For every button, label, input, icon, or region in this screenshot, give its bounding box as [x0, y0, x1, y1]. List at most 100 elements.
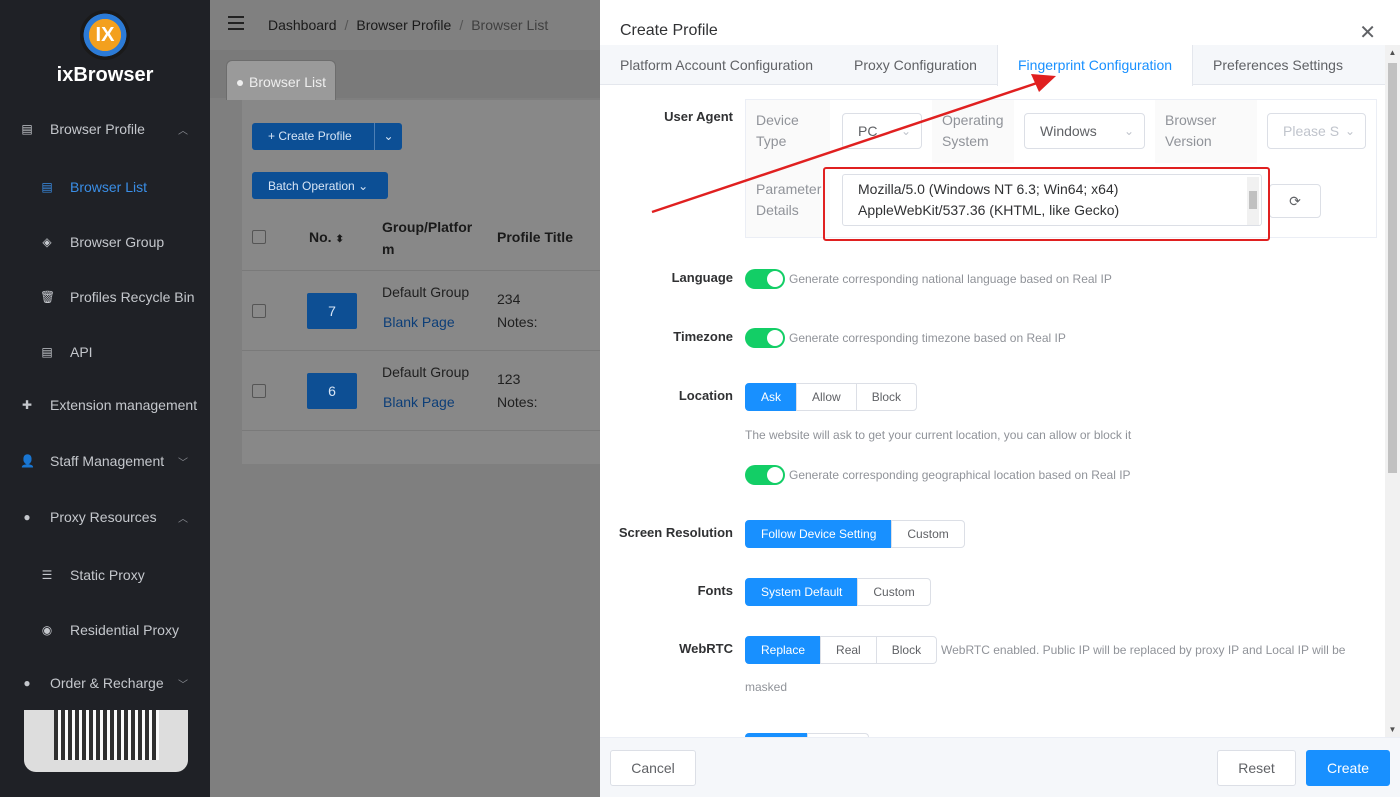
webrtc-real-option[interactable]: Real	[820, 636, 877, 664]
screen-follow-device-option[interactable]: Follow Device Setting	[745, 520, 893, 548]
coin-icon: ●	[23, 676, 31, 690]
drawer-footer: Cancel Reset Create	[600, 737, 1400, 797]
sidebar-item-order-recharge[interactable]: ● Order & Recharge ﹀	[0, 663, 210, 703]
chevron-up-icon: ︿	[178, 125, 188, 137]
language-hint: Generate corresponding national language…	[789, 272, 1112, 286]
sidebar-item-recycle-bin[interactable]: 🗑 Profiles Recycle Bin	[0, 277, 210, 317]
row-title: 123	[497, 371, 521, 387]
user-icon: 👤	[20, 454, 35, 468]
row-group: Default Group	[382, 284, 470, 300]
browser-version-label: Browser Version	[1155, 100, 1257, 163]
breadcrumb-dashboard[interactable]: Dashboard	[268, 17, 337, 33]
calendar-icon: ▤	[41, 180, 53, 194]
parameter-details-label: Parameter Details	[746, 163, 830, 237]
geolocation-hint: Generate corresponding geographical loca…	[789, 468, 1131, 482]
close-icon[interactable]: ✕	[1359, 20, 1376, 45]
reset-button[interactable]: Reset	[1217, 750, 1296, 786]
row-platform-link[interactable]: Blank Page	[383, 314, 455, 330]
profile-number-badge[interactable]: 6	[307, 373, 357, 409]
chevron-down-icon: ⌄	[1123, 124, 1134, 138]
calendar-icon: ▤	[41, 345, 53, 359]
refresh-user-agent-button[interactable]: ⟳	[1269, 184, 1321, 218]
create-profile-drawer: Create Profile ✕ Platform Account Config…	[600, 0, 1400, 797]
select-all-checkbox[interactable]	[252, 230, 266, 244]
scroll-up-icon[interactable]: ▲	[1385, 45, 1400, 60]
app-name: ixBrowser	[56, 64, 154, 86]
sidebar-item-residential-proxy[interactable]: ◉ Residential Proxy	[0, 610, 210, 650]
sidebar-item-browser-profile[interactable]: ▤ Browser Profile ︿	[0, 109, 210, 149]
column-profile-title: Profile Title	[497, 229, 573, 245]
profile-number-badge[interactable]: 7	[307, 293, 357, 329]
location-label: Location	[678, 388, 733, 403]
webrtc-replace-option[interactable]: Replace	[745, 636, 822, 664]
screen-resolution-label: Screen Resolution	[618, 525, 733, 540]
drawer-scrollbar[interactable]: ▲ ▼	[1385, 45, 1400, 737]
location-allow-option[interactable]: Allow	[796, 383, 857, 411]
list-icon: ☰	[41, 568, 53, 582]
device-type-label: Device Type	[746, 100, 830, 163]
sidebar-item-browser-group[interactable]: ◈ Browser Group	[0, 222, 210, 262]
app-logo: IX ixBrowser	[0, 10, 210, 87]
sidebar-item-static-proxy[interactable]: ☰ Static Proxy	[0, 555, 210, 595]
ixbrowser-logo-icon: IX	[80, 10, 130, 60]
webrtc-block-option[interactable]: Block	[875, 636, 938, 664]
globe-icon: ●	[23, 510, 31, 524]
webrtc-label: WebRTC	[679, 641, 733, 656]
sidebar-item-browser-list[interactable]: ▤ Browser List	[0, 167, 210, 207]
column-group-platform: Group/Platfor m	[382, 219, 473, 257]
dashboard-icon: ◉	[41, 623, 53, 637]
device-type-select[interactable]: PC ⌄	[842, 113, 922, 149]
fonts-custom-option[interactable]: Custom	[857, 578, 931, 606]
row-checkbox[interactable]	[252, 384, 266, 398]
row-group: Default Group	[382, 364, 470, 380]
sidebar-item-api[interactable]: ▤ API	[0, 332, 210, 372]
webrtc-note-line2: masked	[745, 680, 788, 694]
scroll-down-icon[interactable]: ▼	[1385, 722, 1400, 737]
sidebar-item-extension-management[interactable]: ✚ Extension management	[0, 385, 210, 425]
row-divider	[242, 270, 602, 271]
screen-custom-option[interactable]: Custom	[891, 520, 965, 548]
menu-fold-icon[interactable]	[228, 16, 244, 30]
row-platform-link[interactable]: Blank Page	[383, 394, 455, 410]
chevron-down-icon: ﹀	[178, 457, 188, 469]
chevron-down-icon: ⌄	[900, 124, 911, 138]
row-checkbox[interactable]	[252, 304, 266, 318]
qr-code-icon	[54, 710, 159, 760]
operating-system-select[interactable]: Windows ⌄	[1024, 113, 1145, 149]
scrollbar-thumb[interactable]	[1388, 63, 1397, 473]
location-ask-option[interactable]: Ask	[745, 383, 798, 411]
user-agent-label: User Agent	[664, 109, 733, 124]
tab-proxy-configuration[interactable]: Proxy Configuration	[834, 45, 997, 85]
drawer-title: Create Profile	[620, 22, 718, 39]
tab-platform-account[interactable]: Platform Account Configuration	[600, 45, 833, 85]
breadcrumb-browser-profile[interactable]: Browser Profile	[356, 17, 451, 33]
layers-icon: ◈	[42, 235, 52, 249]
batch-operation-button[interactable]: Batch Operation ⌄	[252, 172, 388, 199]
row-title: 234	[497, 291, 521, 307]
chevron-up-icon: ︿	[178, 513, 188, 525]
sidebar-item-proxy-resources[interactable]: ● Proxy Resources ︿	[0, 497, 210, 537]
create-profile-button[interactable]: + Create Profile ⌄	[252, 123, 402, 150]
refresh-icon: ⟳	[1289, 193, 1301, 209]
webrtc-note-line1: WebRTC enabled. Public IP will be replac…	[941, 643, 1346, 657]
tab-preferences-settings[interactable]: Preferences Settings	[1193, 45, 1363, 85]
operating-system-label: Operating System	[932, 100, 1014, 163]
location-block-option[interactable]: Block	[855, 383, 918, 411]
timezone-toggle[interactable]	[745, 328, 785, 348]
browser-version-select[interactable]: Please S ⌄	[1267, 113, 1366, 149]
fonts-system-default-option[interactable]: System Default	[745, 578, 859, 606]
language-label: Language	[671, 270, 733, 285]
row-notes: Notes:	[497, 314, 538, 330]
chevron-down-icon: ⌄	[1344, 124, 1355, 138]
create-button[interactable]: Create	[1306, 750, 1390, 786]
geolocation-toggle[interactable]	[745, 465, 785, 485]
tag-browser-list[interactable]: Browser List	[226, 60, 336, 100]
chevron-down-icon[interactable]: ⌄	[374, 123, 402, 150]
tab-fingerprint-configuration[interactable]: Fingerprint Configuration	[997, 45, 1194, 86]
fonts-radio-group: System Default Custom	[745, 578, 931, 606]
language-toggle[interactable]	[745, 269, 785, 289]
sidebar-item-staff-management[interactable]: 👤 Staff Management ﹀	[0, 441, 210, 481]
column-no[interactable]: No. ⬍	[309, 229, 344, 245]
chevron-down-icon: ﹀	[178, 679, 188, 691]
cancel-button[interactable]: Cancel	[610, 750, 696, 786]
